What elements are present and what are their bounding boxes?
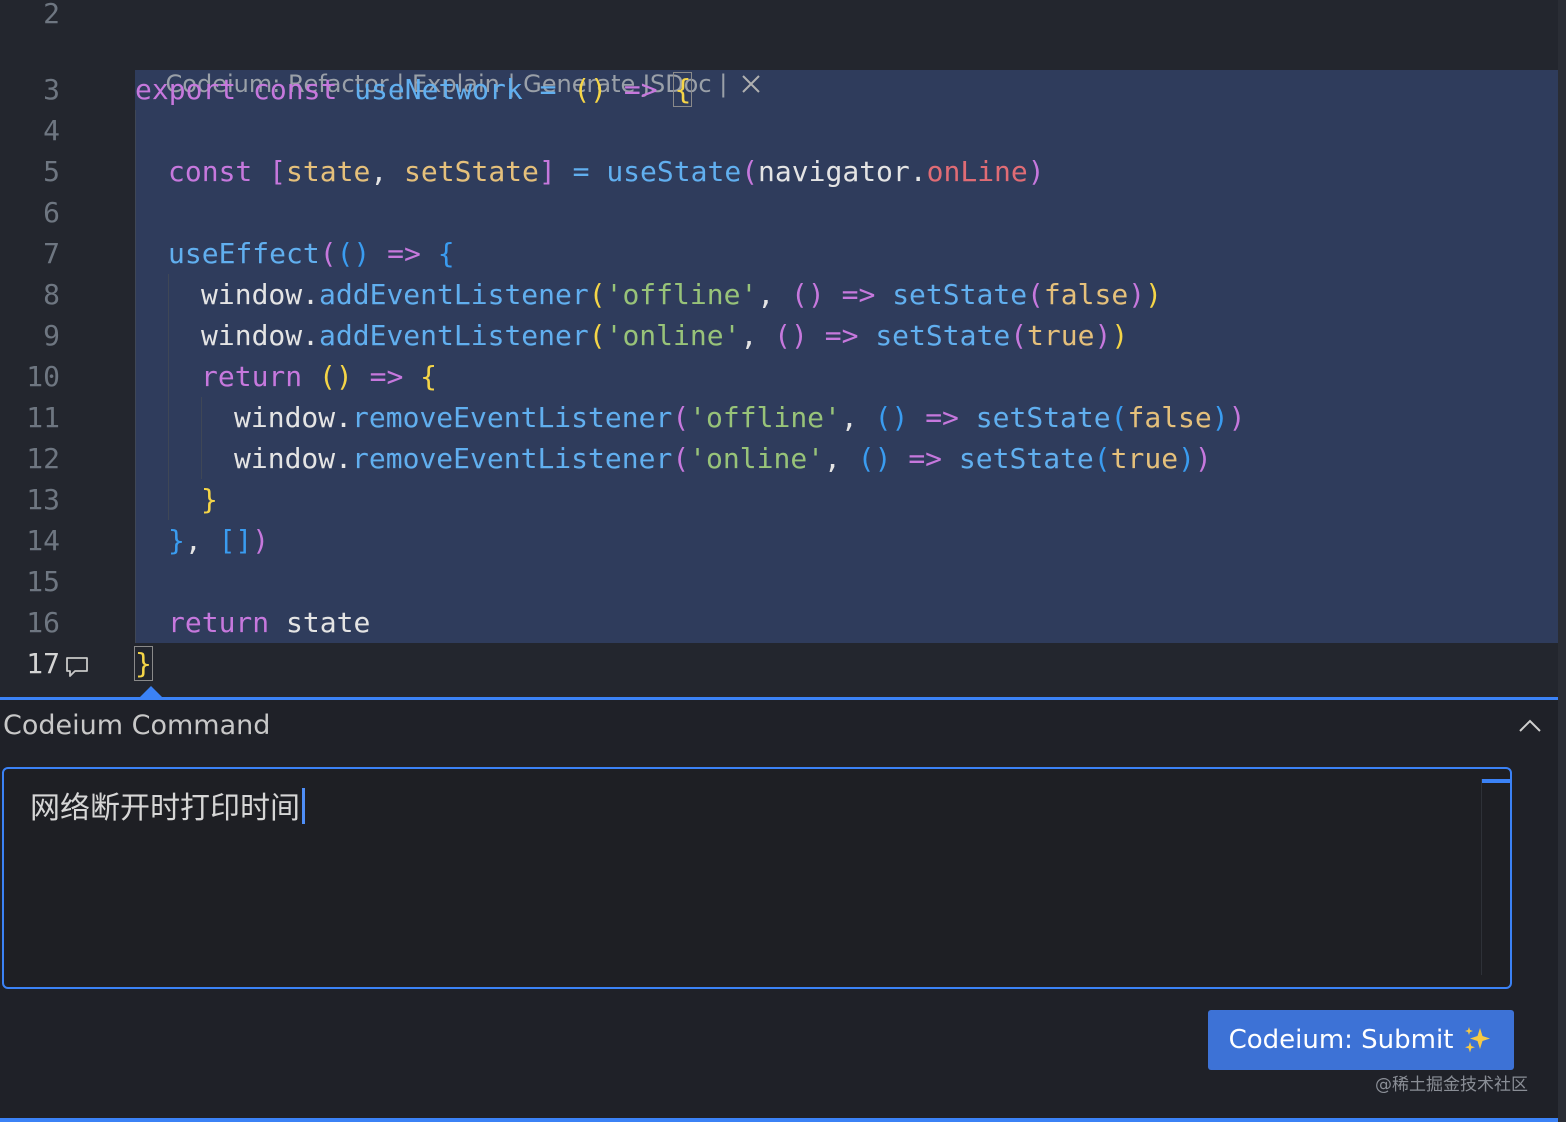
code-line-9: window.addEventListener('online', () => … bbox=[201, 319, 1129, 352]
indent-guide bbox=[201, 397, 202, 479]
chevron-up-icon[interactable] bbox=[1516, 712, 1544, 740]
line-number: 5 bbox=[43, 155, 60, 188]
indent-guide bbox=[135, 110, 136, 643]
command-input[interactable]: 网络断开时打印时间 bbox=[2, 767, 1512, 989]
panel-pointer bbox=[140, 686, 162, 697]
command-input-text[interactable]: 网络断开时打印时间 bbox=[30, 783, 305, 827]
line-number: 15 bbox=[26, 565, 60, 598]
code-line-10: return () => { bbox=[201, 360, 438, 393]
line-number: 13 bbox=[26, 483, 60, 516]
matched-bracket: { bbox=[673, 72, 693, 107]
indent-guide bbox=[168, 274, 169, 520]
line-number: 6 bbox=[43, 196, 60, 229]
line-number: 9 bbox=[43, 319, 60, 352]
submit-label: Codeium: Submit bbox=[1228, 1025, 1454, 1055]
matched-bracket: } bbox=[134, 646, 153, 681]
code-line-8: window.addEventListener('offline', () =>… bbox=[201, 278, 1162, 311]
code-line-5: const [state, setState] = useState(navig… bbox=[168, 155, 1045, 188]
text-cursor bbox=[302, 788, 305, 824]
code-line-12: window.removeEventListener('online', () … bbox=[234, 442, 1212, 475]
code-editor[interactable]: 2 3 4 5 6 7 8 9 10 11 12 13 14 15 16 17 … bbox=[0, 0, 1566, 697]
comment-icon[interactable] bbox=[64, 654, 90, 680]
line-number: 14 bbox=[26, 524, 60, 557]
scrollbar[interactable] bbox=[1481, 779, 1512, 975]
line-number: 12 bbox=[26, 442, 60, 475]
scroll-thumb[interactable] bbox=[1482, 779, 1512, 783]
line-number: 4 bbox=[43, 114, 60, 147]
sparkles-icon bbox=[1465, 1027, 1491, 1053]
codelens-separator: | bbox=[711, 70, 735, 98]
code-line-7: useEffect(() => { bbox=[168, 237, 455, 270]
close-icon[interactable] bbox=[741, 74, 761, 94]
code-line-13: } bbox=[201, 483, 218, 516]
code-line-11: window.removeEventListener('offline', ()… bbox=[234, 401, 1246, 434]
line-number: 7 bbox=[43, 237, 60, 270]
line-number: 3 bbox=[43, 73, 60, 106]
line-number: 10 bbox=[26, 360, 60, 393]
bottom-border bbox=[0, 1118, 1558, 1122]
line-number-current: 17 bbox=[26, 647, 60, 680]
submit-button[interactable]: Codeium: Submit bbox=[1208, 1010, 1514, 1070]
line-number: 8 bbox=[43, 278, 60, 311]
right-edge bbox=[1558, 0, 1566, 1122]
code-line-14: }, []) bbox=[168, 524, 270, 557]
code-line-3: export const useNetwork = () => { bbox=[135, 72, 693, 107]
code-line-17: } bbox=[134, 643, 153, 684]
line-number: 11 bbox=[26, 401, 60, 434]
line-number: 2 bbox=[43, 0, 60, 30]
code-line-16: return state bbox=[168, 606, 371, 639]
line-number: 16 bbox=[26, 606, 60, 639]
watermark: @稀土掘金技术社区 bbox=[1375, 1075, 1528, 1095]
codeium-command-panel: Codeium Command 网络断开时打印时间 Codeium: Submi… bbox=[0, 700, 1558, 1118]
panel-title: Codeium Command bbox=[3, 710, 271, 741]
